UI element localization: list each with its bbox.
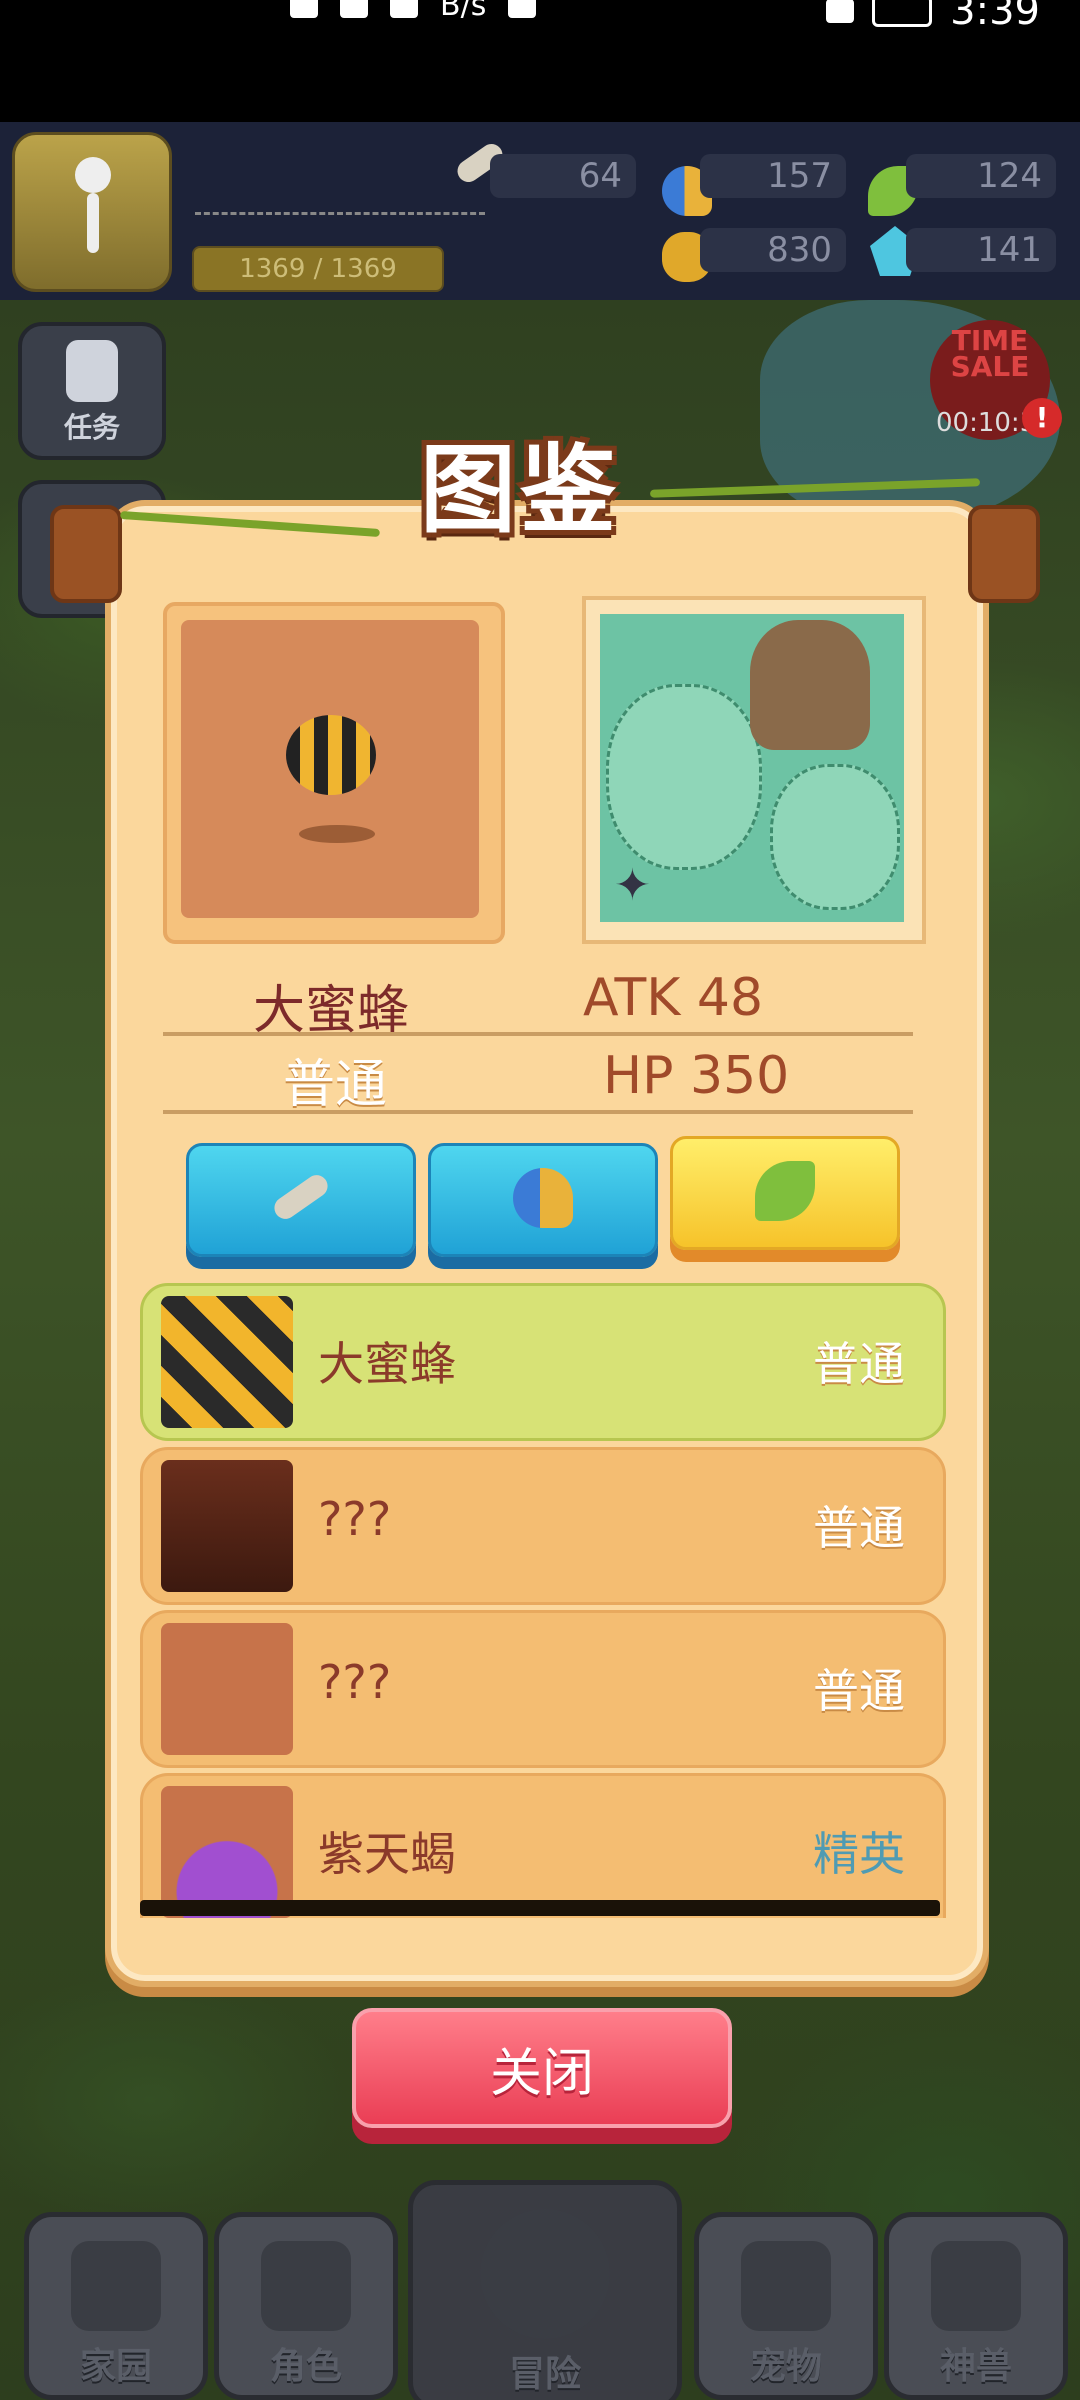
- unknown-monster-thumbnail: [161, 1460, 293, 1592]
- mask-icon: [261, 2241, 351, 2331]
- time-sale-timer: 00:10:3: [936, 408, 1037, 438]
- spiked-club-icon: [480, 2209, 610, 2339]
- alert-badge: !: [1022, 398, 1062, 438]
- monster-portrait: [181, 620, 479, 918]
- nav-character[interactable]: 角色: [214, 2212, 398, 2400]
- scorpion-thumbnail: [161, 1786, 293, 1918]
- bone-icon: [270, 1170, 332, 1224]
- bottom-nav: 家园 角色 冒险 宠物 神兽: [0, 2180, 1080, 2400]
- notification-icon: [290, 0, 318, 18]
- clock: 3:39: [950, 0, 1040, 34]
- xp-bar: 1369 / 1369: [192, 246, 444, 292]
- task-button[interactable]: 任务: [18, 322, 166, 460]
- monster-portrait-frame: [163, 602, 505, 944]
- unknown-monster-thumbnail: [161, 1623, 293, 1755]
- player-avatar[interactable]: [12, 132, 172, 292]
- scroll-end-right: [968, 505, 1040, 603]
- habitat-map: ✦: [600, 614, 904, 922]
- gem-count: 141: [906, 228, 1056, 272]
- list-item-name: ???: [318, 1655, 392, 1709]
- list-item-rarity: 普通: [813, 1664, 905, 1718]
- list-item[interactable]: ??? 普通: [140, 1447, 946, 1605]
- task-label: 任务: [63, 411, 120, 444]
- wifi-icon: [390, 0, 418, 18]
- compass-icon: ✦: [614, 860, 651, 911]
- signal-icon: [340, 0, 368, 18]
- map-island-right: [770, 764, 900, 910]
- habitat-map-frame: ✦: [582, 596, 926, 944]
- home-icon: [71, 2241, 161, 2331]
- map-island-left: [606, 684, 762, 870]
- list-item-rarity: 普通: [813, 1501, 905, 1555]
- nav-adventure[interactable]: 冒险: [408, 2180, 682, 2400]
- nav-label: 神兽: [939, 2346, 1012, 2387]
- tree-house-icon: [750, 620, 870, 750]
- list-item-rarity: 精英: [813, 1827, 905, 1881]
- monster-hp: HP 350: [603, 1046, 790, 1106]
- monster-shadow: [299, 825, 375, 843]
- scroll-end-left: [50, 505, 122, 603]
- player-name-placeholder: [195, 212, 485, 215]
- game-screen: B/s 3:39 1369 / 1369 64 157 124 830 141 …: [0, 0, 1080, 2400]
- nav-pets[interactable]: 宠物: [694, 2212, 878, 2400]
- stat-row-rarity-hp: 普通 HP 350: [163, 1036, 913, 1115]
- stickman-icon: [57, 157, 127, 267]
- monster-name: 大蜜蜂: [253, 981, 410, 1041]
- monster-rarity: 普通: [283, 1055, 388, 1115]
- user-icon: [508, 0, 537, 18]
- title-text: 图鉴: [420, 434, 620, 546]
- horn-icon: [513, 1168, 573, 1228]
- status-bar: B/s 3:39: [0, 0, 1080, 120]
- bone-count: 64: [490, 154, 636, 198]
- tab-bone[interactable]: [186, 1143, 416, 1257]
- nav-label: 家园: [79, 2346, 152, 2387]
- leaf-count: 124: [906, 154, 1056, 198]
- dino-skull-icon: [931, 2241, 1021, 2331]
- horn-count: 157: [700, 154, 846, 198]
- bee-monster-icon: [286, 715, 376, 795]
- document-icon: [66, 340, 118, 402]
- nav-beasts[interactable]: 神兽: [884, 2212, 1068, 2400]
- leaf-icon: [755, 1161, 815, 1221]
- dinosaur-icon: [741, 2241, 831, 2331]
- nav-home[interactable]: 家园: [24, 2212, 208, 2400]
- list-scroll-edge: [140, 1900, 940, 1916]
- network-speed: B/s: [440, 0, 487, 23]
- mute-icon: [826, 0, 855, 23]
- list-item[interactable]: 大蜜蜂 普通: [140, 1283, 946, 1441]
- nav-label: 角色: [269, 2346, 342, 2387]
- bee-thumbnail: [161, 1296, 293, 1428]
- tab-horn[interactable]: [428, 1143, 658, 1257]
- list-item[interactable]: ??? 普通: [140, 1610, 946, 1768]
- codex-title: 图鉴: [420, 412, 660, 546]
- list-item-name: 大蜜蜂: [318, 1337, 456, 1391]
- list-item[interactable]: 紫天蝎 精英: [140, 1773, 946, 1918]
- monster-atk: ATK 48: [583, 968, 764, 1028]
- stat-row-name-atk: 大蜜蜂 ATK 48: [163, 958, 913, 1041]
- close-button[interactable]: 关闭: [352, 2008, 732, 2128]
- tab-leaf[interactable]: [670, 1136, 900, 1250]
- list-item-name: 紫天蝎: [318, 1827, 456, 1881]
- nav-label: 宠物: [749, 2346, 822, 2387]
- list-item-rarity: 普通: [813, 1337, 905, 1391]
- list-item-name: ???: [318, 1492, 392, 1546]
- nav-label: 冒险: [508, 2354, 581, 2395]
- battery-icon: [872, 0, 933, 27]
- top-hud: 1369 / 1369 64 157 124 830 141: [0, 122, 1080, 300]
- nut-count: 830: [700, 228, 846, 272]
